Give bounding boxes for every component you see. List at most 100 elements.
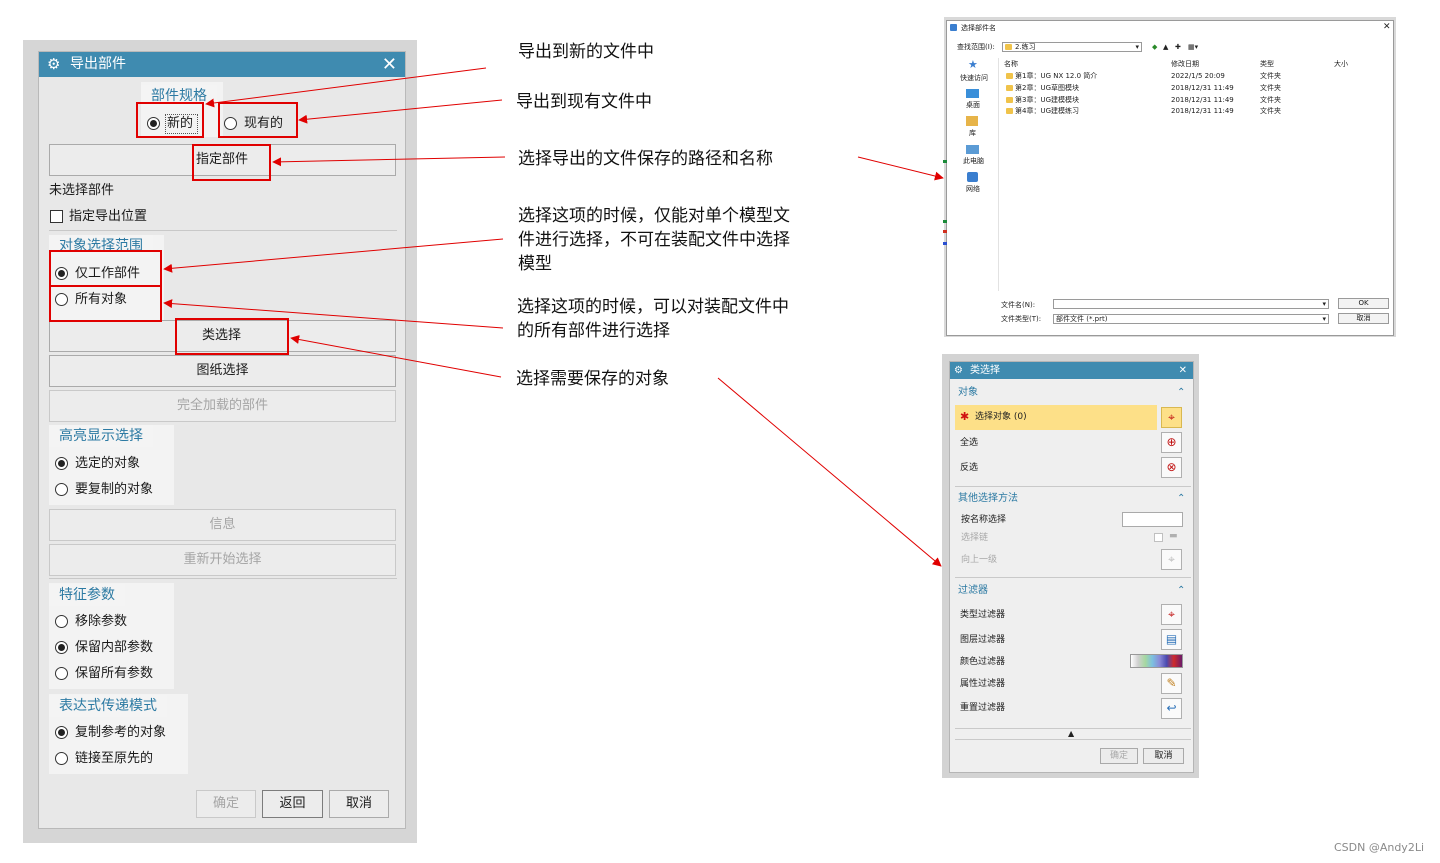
decor-stripe bbox=[943, 220, 947, 223]
class-ok-button[interactable]: 确定 bbox=[1100, 748, 1138, 764]
look-in-combo[interactable]: 2.练习 ▾ bbox=[1002, 42, 1142, 52]
fully-loaded-parts-button[interactable]: 完全加载的部件 bbox=[49, 390, 396, 422]
cancel-button[interactable]: 取消 bbox=[329, 790, 389, 818]
folder-icon bbox=[1006, 73, 1013, 79]
annotation-existing-file: 导出到现有文件中 bbox=[516, 92, 652, 112]
select-chain-checkbox[interactable] bbox=[1154, 533, 1163, 542]
ok-button[interactable]: 确定 bbox=[196, 790, 256, 818]
file-row-name[interactable]: 第2章：UG草图模块 bbox=[1015, 84, 1079, 93]
select-all-icon[interactable]: ⊕ bbox=[1161, 432, 1182, 453]
restart-selection-button[interactable]: 重新开始选择 bbox=[49, 544, 396, 576]
nav-network[interactable]: 网络 bbox=[966, 185, 980, 194]
nav-library[interactable]: 库 bbox=[969, 129, 976, 138]
watermark: CSDN @Andy2Li bbox=[1333, 841, 1424, 854]
file-row-type: 文件夹 bbox=[1260, 107, 1281, 115]
separator bbox=[49, 230, 397, 231]
class-cancel-button[interactable]: 取消 bbox=[1143, 748, 1184, 764]
highlight-box-new bbox=[136, 102, 204, 138]
file-row-type: 文件夹 bbox=[1260, 72, 1281, 80]
up-folder-icon[interactable]: ▲ bbox=[1163, 43, 1168, 52]
quick-access-icon[interactable]: ★ bbox=[968, 59, 978, 70]
filename-input[interactable]: ▾ bbox=[1053, 299, 1329, 309]
arrow-to-class-dialog bbox=[717, 377, 942, 567]
select-all-label[interactable]: 全选 bbox=[960, 438, 978, 449]
info-button[interactable]: 信息 bbox=[49, 509, 396, 541]
attribute-filter-icon[interactable]: ✎ bbox=[1161, 673, 1182, 694]
annotation-new-file: 导出到新的文件中 bbox=[518, 42, 654, 62]
back-button[interactable]: 返回 bbox=[262, 790, 323, 818]
collapse-arrow-icon[interactable]: ▲ bbox=[1068, 728, 1074, 739]
close-icon[interactable]: ✕ bbox=[1383, 23, 1391, 32]
file-row-type: 文件夹 bbox=[1260, 96, 1281, 104]
file-row-name[interactable]: 第4章：UG建模练习 bbox=[1015, 107, 1079, 116]
file-row-name[interactable]: 第1章：UG NX 12.0 简介 bbox=[1015, 72, 1097, 81]
expression-mode-label: 表达式传递模式 bbox=[49, 695, 167, 717]
nav-this-pc[interactable]: 此电脑 bbox=[963, 157, 984, 166]
filetype-value: 部件文件 (*.prt) bbox=[1056, 315, 1108, 323]
select-object-label: 选择对象 (0) bbox=[975, 412, 1027, 422]
close-icon[interactable]: ✕ bbox=[382, 52, 397, 77]
library-icon[interactable] bbox=[966, 116, 978, 126]
dialog-title-bar: ⚙ 导出部件 ✕ bbox=[39, 52, 405, 77]
invert-selection-icon[interactable]: ⊗ bbox=[1161, 457, 1182, 478]
chevron-up-icon[interactable]: ⌃ bbox=[1177, 493, 1185, 505]
specify-export-location-label: 指定导出位置 bbox=[69, 209, 148, 224]
highlight-label: 高亮显示选择 bbox=[49, 425, 153, 447]
radio-link-to-original-label: 链接至原先的 bbox=[75, 751, 154, 766]
radio-copy-referenced[interactable] bbox=[55, 726, 68, 739]
ok-button[interactable]: OK bbox=[1338, 298, 1389, 309]
radio-keep-internal-params[interactable] bbox=[55, 641, 68, 654]
this-pc-icon[interactable] bbox=[966, 145, 979, 154]
separator bbox=[955, 486, 1191, 487]
color-filter-swatch[interactable] bbox=[1130, 654, 1183, 668]
network-icon[interactable] bbox=[967, 172, 978, 182]
up-level-icon[interactable]: ⌖ bbox=[1161, 549, 1182, 570]
file-row-name[interactable]: 第3章：UG建模模块 bbox=[1015, 96, 1079, 105]
annotation-select-objects: 选择需要保存的对象 bbox=[516, 369, 669, 389]
desktop-icon[interactable] bbox=[966, 89, 979, 98]
filetype-select[interactable]: 部件文件 (*.prt) ▾ bbox=[1053, 314, 1329, 324]
highlight-box-class-select bbox=[175, 318, 289, 355]
back-arrow-icon[interactable]: ◆ bbox=[1152, 43, 1157, 52]
view-menu-icon[interactable]: ▦▾ bbox=[1188, 43, 1198, 52]
drawing-select-button[interactable]: 图纸选择 bbox=[49, 355, 396, 387]
column-name[interactable]: 名称 bbox=[1004, 60, 1018, 69]
radio-selected-objects[interactable] bbox=[55, 457, 68, 470]
chevron-down-icon: ▾ bbox=[1135, 43, 1139, 51]
radio-objects-to-copy-label: 要复制的对象 bbox=[75, 482, 154, 497]
chevron-down-icon: ▾ bbox=[1322, 315, 1326, 323]
radio-keep-all-params[interactable] bbox=[55, 667, 68, 680]
specify-export-location-checkbox[interactable] bbox=[50, 210, 63, 223]
chevron-up-icon[interactable]: ⌃ bbox=[1177, 585, 1185, 597]
no-part-selected-text: 未选择部件 bbox=[49, 183, 115, 198]
chevron-up-icon[interactable]: ⌃ bbox=[1177, 387, 1185, 399]
gear-icon: ⚙ bbox=[954, 365, 963, 376]
type-filter-icon[interactable]: ⌖ bbox=[1161, 604, 1182, 625]
radio-remove-params[interactable] bbox=[55, 615, 68, 628]
close-icon[interactable]: ✕ bbox=[1179, 362, 1187, 379]
radio-objects-to-copy[interactable] bbox=[55, 483, 68, 496]
attribute-filter-label: 属性过滤器 bbox=[960, 679, 1006, 689]
invert-label[interactable]: 反选 bbox=[960, 463, 978, 474]
layer-filter-icon[interactable]: ▤ bbox=[1161, 629, 1182, 650]
crosshair-icon[interactable]: ⌖ bbox=[1161, 407, 1182, 428]
decor-stripe bbox=[943, 230, 947, 233]
radio-copy-referenced-label: 复制参考的对象 bbox=[75, 725, 167, 740]
column-date[interactable]: 修改日期 bbox=[1171, 60, 1199, 69]
file-row-date: 2018/12/31 11:49 bbox=[1171, 107, 1234, 115]
column-size[interactable]: 大小 bbox=[1334, 60, 1348, 69]
nav-quick-access[interactable]: 快速访问 bbox=[960, 74, 988, 83]
new-folder-icon[interactable]: ✚ bbox=[1175, 43, 1181, 52]
reset-filter-icon[interactable]: ↩ bbox=[1161, 698, 1182, 719]
column-type[interactable]: 类型 bbox=[1260, 60, 1274, 69]
class-selection-dialog: ⚙ 类选择 ✕ 对象 ⌃ ✱ 选择对象 (0) ⌖ 全选 ⊕ 反选 ⊗ 其他选择… bbox=[949, 361, 1194, 773]
dialog-title: 导出部件 bbox=[70, 56, 126, 72]
radio-link-to-original[interactable] bbox=[55, 752, 68, 765]
cancel-button[interactable]: 取消 bbox=[1338, 313, 1389, 324]
radio-keep-all-params-label: 保留所有参数 bbox=[75, 666, 154, 681]
filetype-label: 文件类型(T): bbox=[1001, 315, 1042, 323]
file-row-type: 文件夹 bbox=[1260, 84, 1281, 92]
by-name-input[interactable] bbox=[1122, 512, 1183, 527]
nav-desktop[interactable]: 桌面 bbox=[966, 101, 980, 110]
file-row-date: 2022/1/5 20:09 bbox=[1171, 72, 1225, 80]
